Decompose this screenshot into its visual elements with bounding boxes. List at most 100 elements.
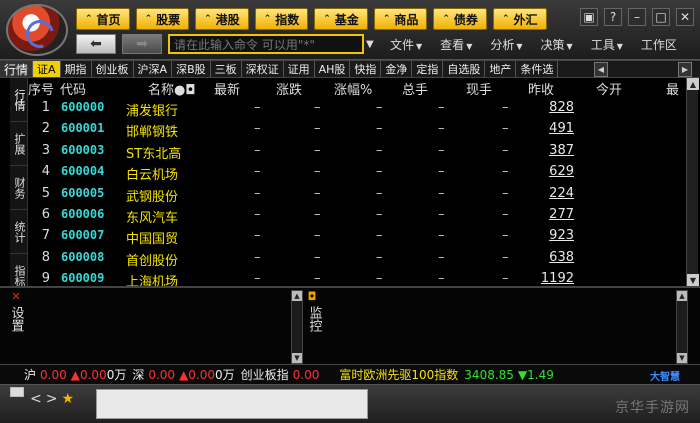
column-header-2[interactable]: 名称●◘: [148, 79, 196, 98]
row-dash: –: [376, 271, 383, 287]
column-header-4[interactable]: 涨跌: [276, 79, 302, 98]
nav-buttons: ⌃ 首页 ⌃ 股票 ⌃ 港股 ⌃ 指数 ⌃ 基金 ⌃ 商品 ⌃ 债券 ⌃ 外汇: [76, 8, 547, 30]
column-header-5[interactable]: 涨幅%: [334, 79, 372, 98]
command-dropdown-icon[interactable]: ▼: [366, 39, 374, 50]
sz-value: 0.00: [148, 367, 176, 382]
row-prevclose: 923: [549, 228, 574, 244]
nav-button-0[interactable]: ⌃ 首页: [76, 8, 130, 30]
row-seq: 4: [41, 164, 50, 180]
tab-11[interactable]: 定指: [412, 61, 444, 77]
close-panel-icon[interactable]: ✕: [10, 290, 22, 303]
table-row[interactable]: 2 600001 邯郸钢铁 – – – – – 491: [28, 119, 688, 140]
panel-down-icon[interactable]: ▼: [292, 353, 302, 363]
monitor-panel-label[interactable]: 监控: [306, 306, 322, 332]
menu-item-5[interactable]: 工作区: [641, 36, 679, 53]
column-header-8[interactable]: 昨收: [528, 79, 554, 98]
cyb-label: 创业板指: [240, 368, 289, 382]
tab-3[interactable]: 沪深A: [134, 61, 173, 77]
menu-item-3[interactable]: 决策: [541, 36, 573, 53]
row-seq: 9: [41, 271, 50, 287]
scroll-up-icon[interactable]: ▲: [687, 78, 699, 90]
minimize-icon[interactable]: –: [628, 8, 646, 26]
column-header-9[interactable]: 今开: [596, 79, 622, 98]
nav-button-3[interactable]: ⌃ 指数: [254, 8, 309, 30]
row-dash: –: [438, 206, 445, 222]
column-header-1[interactable]: 代码: [60, 79, 86, 98]
row-name: 中国国贸: [126, 232, 179, 248]
right-panel-down-icon[interactable]: ▼: [677, 353, 687, 363]
tab-2[interactable]: 创业板: [92, 61, 134, 77]
table-row[interactable]: 7 600007 中国国贸 – – – – – 923: [28, 226, 688, 247]
column-header-0[interactable]: 序号: [28, 79, 54, 98]
footer-input-field[interactable]: [96, 389, 368, 419]
maximize-icon[interactable]: □: [652, 8, 670, 26]
column-header-10[interactable]: 最: [666, 79, 679, 98]
tab-4[interactable]: 深B股: [172, 61, 211, 77]
tab-13[interactable]: 地产: [485, 61, 517, 77]
nav-button-5[interactable]: ⌃ 商品: [373, 8, 428, 30]
row-dash: –: [438, 228, 445, 244]
sh-label: 沪: [24, 368, 37, 382]
nav-button-1[interactable]: ⌃ 股票: [135, 8, 190, 30]
menu-item-2[interactable]: 分析: [490, 36, 522, 53]
row-name: 邯郸钢铁: [126, 125, 179, 141]
nav-button-2[interactable]: ⌃ 港股: [195, 8, 249, 30]
table-row[interactable]: 3 600003 ST东北高 – – – – – 387: [28, 141, 688, 162]
table-row[interactable]: 6 600006 东风汽车 – – – – – 277: [28, 205, 688, 226]
table-scrollbar[interactable]: ▲ ▼: [686, 78, 699, 286]
row-dash: –: [376, 228, 383, 244]
tab-0[interactable]: 证A: [33, 61, 61, 77]
tab-12[interactable]: 自选股: [443, 61, 486, 77]
menu-item-0[interactable]: 文件: [390, 36, 422, 53]
tab-7[interactable]: 证用: [284, 61, 315, 77]
tab-14[interactable]: 条件选: [516, 61, 559, 77]
row-seq: 2: [41, 121, 50, 137]
command-input[interactable]: 请在此输入命令 可以用"*": [168, 34, 364, 54]
row-code: 600009: [61, 271, 105, 286]
row-dash: –: [502, 142, 509, 158]
menu-item-4[interactable]: 工具: [591, 36, 623, 53]
right-panel-up-icon[interactable]: ▲: [677, 291, 687, 301]
table-row[interactable]: 8 600008 首创股份 – – – – – 638: [28, 248, 688, 269]
back-button[interactable]: ⬅: [76, 34, 116, 54]
app-logo-icon[interactable]: [6, 4, 68, 56]
tab-scroll-right-icon[interactable]: ▶: [678, 62, 692, 77]
table-row[interactable]: 4 600004 白云机场 – – – – – 629: [28, 162, 688, 183]
monitor-panel-icon[interactable]: ◘: [306, 290, 318, 303]
tab-6[interactable]: 深权证: [242, 61, 284, 77]
left-panel-scrollbar[interactable]: ▲ ▼: [291, 290, 303, 364]
column-header-3[interactable]: 最新: [214, 79, 240, 98]
tab-9[interactable]: 快指: [350, 61, 382, 77]
nav-button-6[interactable]: ⌃ 债券: [433, 8, 487, 30]
scroll-down-icon[interactable]: ▼: [687, 274, 699, 286]
tab-5[interactable]: 三板: [211, 61, 242, 77]
tab-10[interactable]: 金净: [381, 61, 413, 77]
nav-button-7[interactable]: ⌃ 外汇: [492, 8, 547, 30]
watermark-text: 京华手游网: [615, 400, 690, 416]
monitor-icon[interactable]: ▣: [580, 8, 598, 26]
close-icon[interactable]: ✕: [676, 8, 694, 26]
table-row[interactable]: 1 600000 浦发银行 – – – – – 828: [28, 98, 688, 119]
column-header-6[interactable]: 总手: [402, 79, 428, 98]
right-panel-scrollbar[interactable]: ▲ ▼: [676, 290, 688, 364]
forward-button[interactable]: ➡: [122, 34, 162, 54]
column-header-7[interactable]: 现手: [466, 79, 492, 98]
tab-first[interactable]: 行情: [0, 61, 34, 77]
panel-up-icon[interactable]: ▲: [292, 291, 302, 301]
menu-item-1[interactable]: 查看: [440, 36, 472, 53]
nav-button-4[interactable]: ⌃ 基金: [314, 8, 368, 30]
mail-icon[interactable]: [10, 387, 24, 397]
prev-icon[interactable]: <: [30, 391, 42, 407]
market-tab-strip: 行情 证A 期指 创业板 沪深A 深B股 三板 深权证 证用 AH股 快指 金净 定指 自选股 地产 条件选…: [0, 60, 700, 78]
next-icon[interactable]: >: [46, 391, 58, 407]
tab-1[interactable]: 期指: [61, 61, 92, 77]
tab-8[interactable]: AH股: [315, 61, 351, 77]
settings-panel-label[interactable]: 设置: [8, 306, 24, 332]
nav-caret-icon: ⌃: [442, 14, 450, 24]
nav-button-label: 首页: [96, 12, 121, 27]
table-row[interactable]: 5 600005 武钢股份 – – – – – 224: [28, 184, 688, 205]
tab-scroll-left-icon[interactable]: ◀: [594, 62, 608, 77]
favorite-star-icon[interactable]: ★: [61, 391, 74, 407]
row-dash: –: [502, 271, 509, 287]
help-icon[interactable]: ?: [604, 8, 622, 26]
